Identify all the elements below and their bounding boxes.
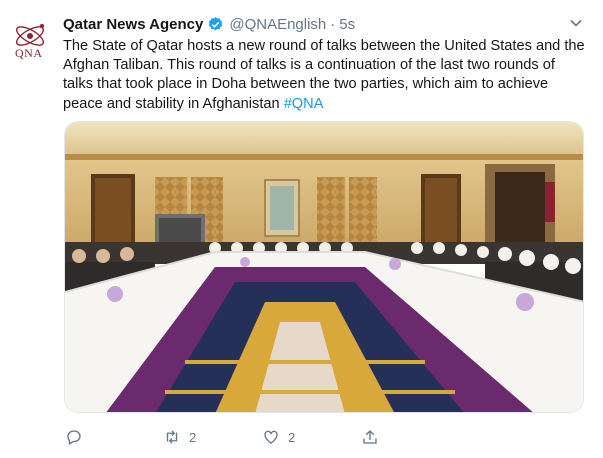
retweet-button[interactable]: 2 [163,428,196,446]
heart-icon [264,430,278,444]
reply-icon [67,430,81,445]
avatar-logo-text: QNA [15,46,43,60]
retweet-icon [166,430,178,444]
tweet-timestamp[interactable]: 5s [339,16,355,33]
verified-badge-icon [209,16,223,30]
retweet-count: 2 [189,429,197,445]
share-icon [363,430,377,444]
tweet-body: The State of Qatar hosts a new round of … [63,38,585,112]
share-button[interactable] [361,428,379,446]
tweet-photo[interactable] [64,121,584,413]
tweet-action-bar: 2 2 [0,428,603,450]
tweet-card[interactable]: QNA Qatar News Agency @QNAEnglish · 5s T… [0,0,603,458]
separator-dot: · [330,15,336,33]
author-name[interactable]: Qatar News Agency [63,16,203,33]
tweet-text: The State of Qatar hosts a new round of … [63,37,588,114]
like-count: 2 [288,429,296,445]
reply-button[interactable] [65,428,83,446]
conference-room-image [65,122,583,412]
tweet-header: Qatar News Agency @QNAEnglish · 5s [63,13,355,35]
author-handle[interactable]: @QNAEnglish [229,16,326,33]
hashtag-link[interactable]: #QNA [284,96,324,112]
like-button[interactable]: 2 [262,428,295,446]
chevron-down-icon[interactable] [569,16,583,30]
